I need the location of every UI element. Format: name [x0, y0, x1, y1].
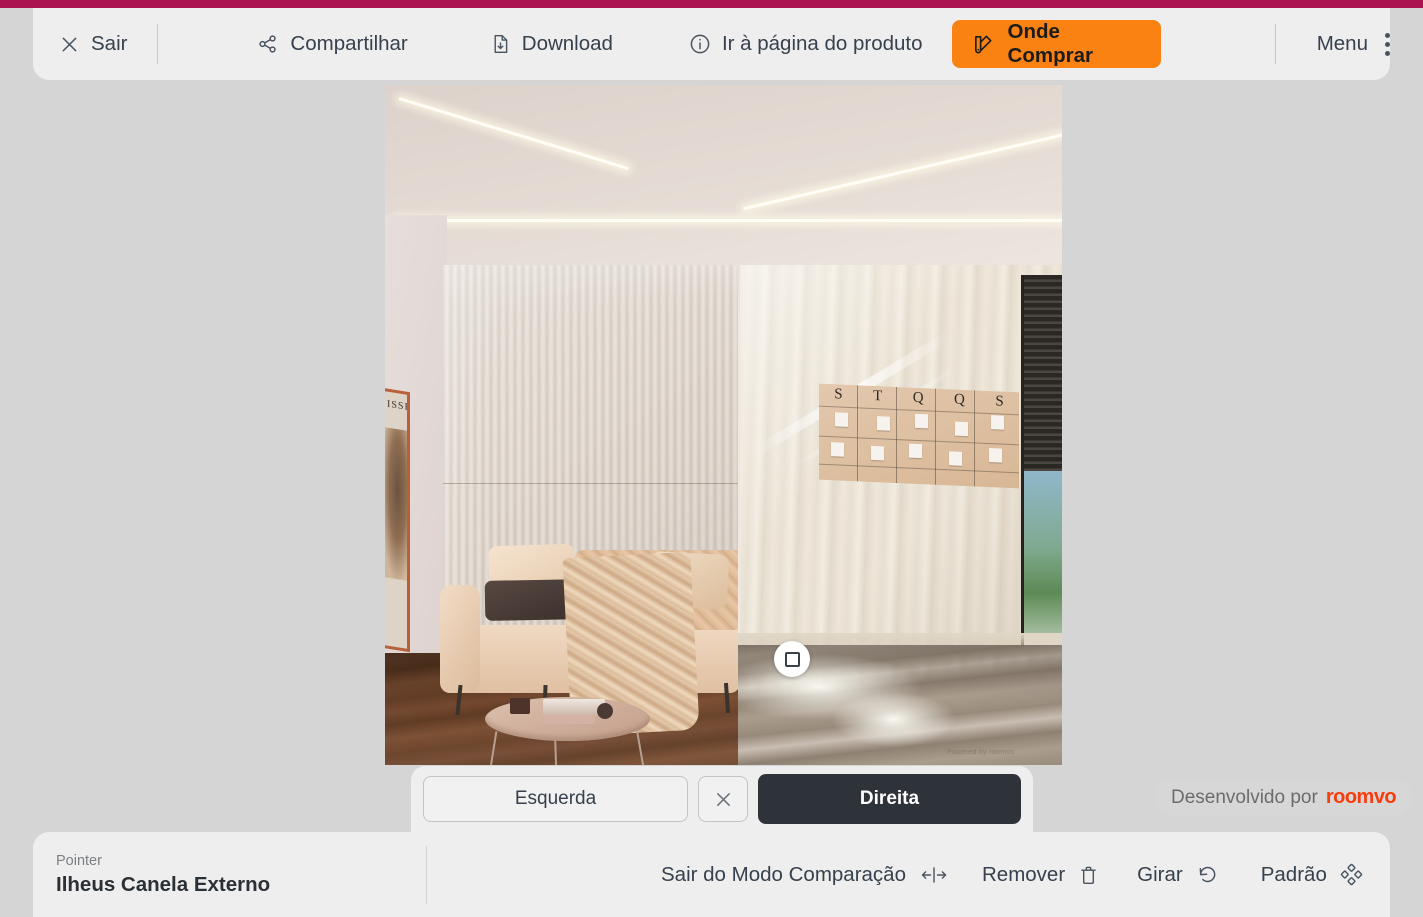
planner-gridline [974, 390, 975, 487]
product-name-label: Ilheus Canela Externo [56, 872, 271, 896]
share-label: Compartilhar [290, 32, 408, 55]
planner-day: Q [954, 391, 965, 409]
planner-note [915, 413, 928, 429]
bottom-bar-divider [426, 845, 427, 904]
menu-button[interactable]: Menu [1317, 32, 1390, 56]
exit-button[interactable]: Sair [59, 32, 127, 56]
share-button[interactable]: Compartilhar [257, 32, 408, 56]
info-circle-icon [689, 33, 711, 55]
close-icon [713, 789, 734, 810]
table-cup [597, 703, 613, 719]
dots-vertical-icon [1384, 32, 1390, 56]
rotate-button[interactable]: Girar [1137, 863, 1219, 887]
planner-note [871, 445, 884, 461]
sofa-arm [440, 585, 480, 693]
wall-planner-board: S T Q Q S [819, 383, 1019, 489]
square-icon [784, 651, 800, 667]
planner-note [831, 442, 844, 457]
window-glass [1024, 471, 1062, 645]
product-brand-label: Pointer [56, 852, 102, 869]
planner-gridline [896, 386, 897, 484]
toolbar-divider-2 [1274, 24, 1276, 64]
top-toolbar: Sair Compartilhar Download Ir à página d… [33, 8, 1390, 80]
where-to-buy-button[interactable]: Onde Comprar [951, 20, 1161, 68]
table-book-second [537, 715, 595, 724]
roomvo-logo: roomvo [1325, 786, 1397, 808]
hotspot-floor-left[interactable] [774, 641, 810, 677]
planner-day: Q [912, 389, 924, 407]
exit-comparison-mode-button[interactable]: Sair do Modo Comparação [661, 863, 949, 887]
pattern-label: Padrão [1260, 862, 1327, 886]
where-to-buy-label: Onde Comprar [1007, 20, 1093, 67]
planner-gridline [819, 463, 1019, 474]
compare-left-button[interactable]: Esquerda [423, 776, 688, 822]
cove-light-front-right [738, 219, 1062, 222]
comparison-control-bar: Esquerda Direita [411, 766, 1033, 832]
pattern-diamonds-icon [1340, 863, 1363, 886]
exit-label: Sair [91, 32, 128, 55]
planner-note [877, 416, 890, 431]
window [1021, 275, 1062, 647]
bottom-toolbar: Pointer Ilheus Canela Externo Sair do Mo… [33, 832, 1390, 917]
visualizer-stage: ISSE S T Q Q S Powered by roomvo Esquerd… [0, 80, 1423, 832]
brand-accent-strip [0, 0, 1423, 8]
planner-note [989, 448, 1002, 463]
product-page-label: Ir à página do produto [721, 32, 923, 55]
wall-artwork: ISSE [385, 387, 410, 653]
product-page-button[interactable]: Ir à página do produto [689, 32, 923, 56]
planner-gridline [857, 385, 858, 482]
planner-day: T [873, 387, 883, 405]
planner-note [835, 412, 848, 427]
close-icon [59, 34, 80, 55]
rotate-label: Girar [1137, 862, 1183, 886]
arrows-left-right-icon [919, 865, 949, 885]
planner-note [909, 443, 922, 459]
powered-by-badge: Desenvolvido por roomvo [1155, 779, 1413, 816]
table-books [543, 699, 605, 716]
artwork-figure [385, 427, 410, 582]
menu-label: Menu [1316, 32, 1368, 55]
share-nodes-icon [257, 33, 279, 55]
rotate-ccw-icon [1196, 864, 1219, 886]
remove-button[interactable]: Remover [982, 863, 1099, 887]
compare-right-button[interactable]: Direita [758, 774, 1021, 824]
planner-gridline [935, 388, 936, 485]
artwork-caption: ISSE [387, 398, 410, 414]
trash-icon [1078, 864, 1099, 886]
planner-note [991, 415, 1004, 430]
planner-note [949, 451, 962, 466]
powered-by-prefix: Desenvolvido por [1171, 786, 1318, 808]
planner-day: S [834, 386, 843, 403]
remove-label: Remover [982, 862, 1066, 886]
selected-product-info: Pointer Ilheus Canela Externo [56, 853, 426, 897]
wall-seam-line [443, 483, 738, 484]
image-watermark: Powered by roomvo [947, 749, 1015, 756]
planner-day: S [995, 393, 1004, 410]
compare-close-button[interactable] [698, 776, 748, 822]
planner-note [955, 421, 968, 437]
file-download-icon [490, 33, 511, 55]
toolbar-divider-1 [157, 24, 159, 64]
download-label: Download [521, 32, 613, 55]
exit-comparison-label: Sair do Modo Comparação [661, 862, 906, 886]
window-blind [1024, 275, 1062, 471]
swatch-book-icon [972, 33, 995, 56]
pattern-button[interactable]: Padrão [1261, 863, 1363, 887]
room-visualizer[interactable]: ISSE S T Q Q S Powered by roomvo [385, 85, 1062, 765]
table-decor-object [510, 698, 530, 714]
download-button[interactable]: Download [490, 32, 613, 56]
scene-left-living-room[interactable]: ISSE [385, 85, 738, 765]
